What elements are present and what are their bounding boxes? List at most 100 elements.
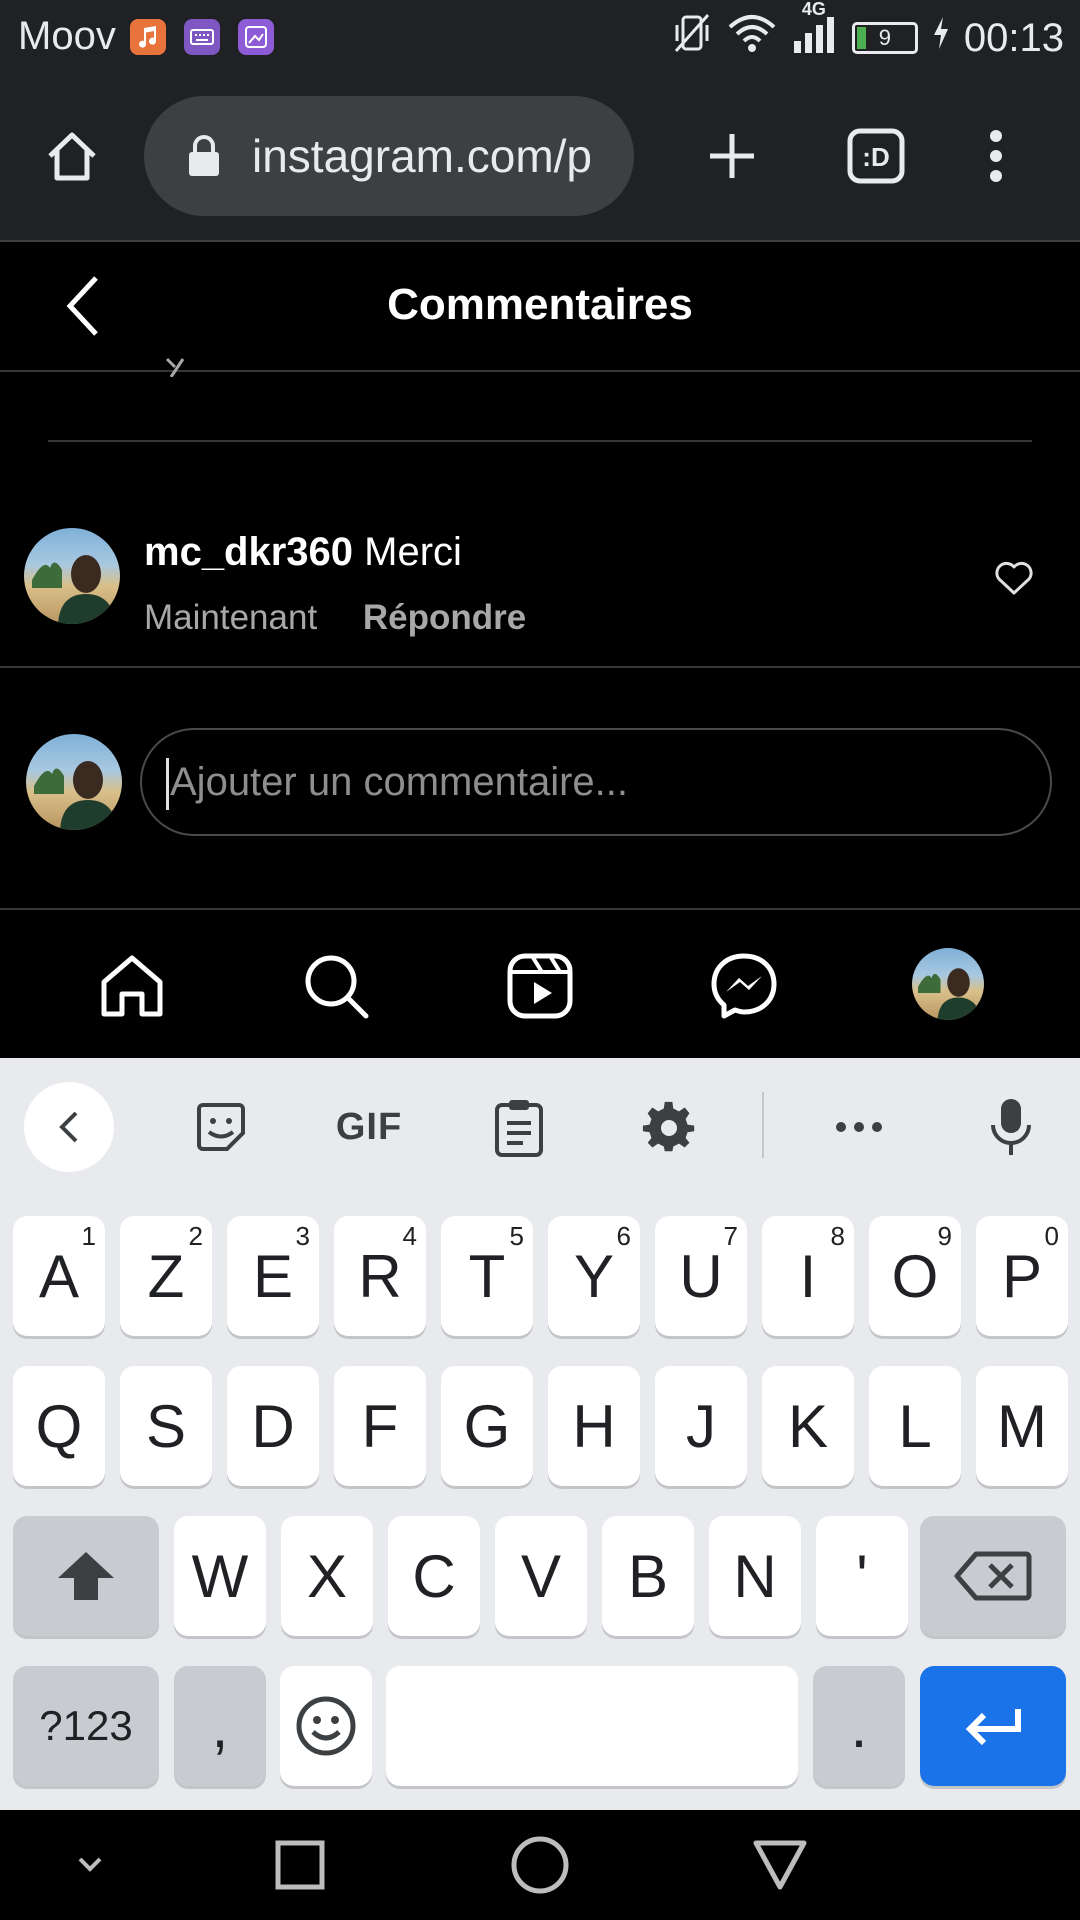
home-icon [48, 132, 96, 181]
browser-home-button[interactable] [32, 120, 112, 192]
key-w[interactable]: W [174, 1516, 266, 1636]
key-i[interactable]: I8 [762, 1216, 854, 1336]
nav-reels[interactable] [500, 946, 580, 1026]
gif-button[interactable]: GIF [324, 1082, 414, 1172]
tabs-icon: :D [847, 128, 905, 184]
reply-button[interactable]: Répondre [363, 598, 526, 637]
key-h[interactable]: H [548, 1366, 640, 1486]
comments-header: Commentaires [0, 244, 1080, 372]
key-hint: 9 [937, 1221, 952, 1251]
key-label: K [787, 1392, 829, 1460]
page-title: Commentaires [387, 280, 693, 329]
key-hint: 2 [188, 1221, 203, 1251]
keyboard-settings-button[interactable] [624, 1082, 714, 1172]
key-t[interactable]: T5 [441, 1216, 533, 1336]
key-label: ' [856, 1542, 868, 1610]
key-z[interactable]: Z2 [120, 1216, 212, 1336]
key-hint: 0 [1044, 1221, 1059, 1251]
nav-search[interactable] [296, 946, 376, 1026]
current-user-avatar [26, 734, 122, 830]
comment-avatar[interactable] [24, 528, 120, 624]
browser-menu-button[interactable] [956, 120, 1036, 192]
key-y[interactable]: Y6 [548, 1216, 640, 1336]
enter-key[interactable] [920, 1666, 1066, 1786]
key-q[interactable]: Q [13, 1366, 105, 1486]
key-x[interactable]: X [281, 1516, 373, 1636]
key-v[interactable]: V [495, 1516, 587, 1636]
key-label: N [733, 1542, 777, 1610]
space-key[interactable] [386, 1666, 798, 1786]
clock: 00:13 [963, 15, 1064, 60]
key-u[interactable]: U7 [655, 1216, 747, 1336]
key-e[interactable]: E3 [227, 1216, 319, 1336]
comment-body: mc_dkr360 Merci [144, 530, 462, 575]
reels-icon [507, 953, 573, 1019]
clipped-text-fragment [165, 357, 185, 377]
back-triangle-icon [753, 1840, 807, 1890]
key-n[interactable]: N [709, 1516, 801, 1636]
key-hint: 8 [830, 1221, 845, 1251]
sticker-icon [197, 1103, 245, 1151]
keyboard-collapse-button[interactable] [24, 1082, 114, 1172]
emoji-key[interactable] [280, 1666, 372, 1786]
key-apostrophe[interactable]: ' [816, 1516, 908, 1636]
key-k[interactable]: K [762, 1366, 854, 1486]
key-p[interactable]: P0 [976, 1216, 1068, 1336]
key-d[interactable]: D [227, 1366, 319, 1486]
clipboard-button[interactable] [474, 1082, 564, 1172]
nav-messenger[interactable] [704, 946, 784, 1026]
sticker-button[interactable] [176, 1082, 266, 1172]
key-g[interactable]: G [441, 1366, 533, 1486]
key-a[interactable]: A1 [13, 1216, 105, 1336]
toolbar-separator [762, 1092, 764, 1158]
symbols-key[interactable]: ?123 [13, 1666, 159, 1786]
key-j[interactable]: J [655, 1366, 747, 1486]
recent-apps-button[interactable] [260, 1830, 340, 1900]
url-bar[interactable]: instagram.com/p [144, 96, 634, 216]
comment-timestamp: Maintenant [144, 598, 318, 637]
network-type: 4G [801, 0, 826, 19]
more-options-button[interactable] [814, 1082, 904, 1172]
key-c[interactable]: C [388, 1516, 480, 1636]
new-tab-button[interactable] [692, 120, 772, 192]
key-m[interactable]: M [976, 1366, 1068, 1486]
key-label: A [38, 1242, 80, 1310]
key-o[interactable]: O9 [869, 1216, 961, 1336]
system-back-button[interactable] [740, 1830, 820, 1900]
key-b[interactable]: B [602, 1516, 694, 1636]
key-hint: 1 [81, 1221, 96, 1251]
key-hint: 5 [509, 1221, 524, 1251]
backspace-key[interactable] [920, 1516, 1066, 1636]
hide-keyboard-button[interactable] [50, 1830, 130, 1900]
comment-text: Merci [364, 530, 462, 574]
key-f[interactable]: F [334, 1366, 426, 1486]
comment-input[interactable] [140, 728, 1052, 836]
key-s[interactable]: S [120, 1366, 212, 1486]
tab-switcher-button[interactable]: :D [836, 120, 916, 192]
system-home-button[interactable] [500, 1830, 580, 1900]
more-horizontal-icon [836, 1122, 882, 1132]
status-indicators: 4G 9 00:13 [672, 0, 1064, 66]
emoji-icon [296, 1696, 356, 1756]
key-label: E [252, 1242, 294, 1310]
enter-icon [965, 1709, 1021, 1746]
voice-input-button[interactable] [966, 1082, 1056, 1172]
heart-icon [995, 561, 1033, 595]
plus-icon [710, 134, 754, 178]
key-r[interactable]: R4 [334, 1216, 426, 1336]
shift-key[interactable] [13, 1516, 159, 1636]
key-hint: 6 [616, 1221, 631, 1251]
like-comment-button[interactable] [990, 553, 1038, 601]
messenger-icon [711, 953, 777, 1019]
nav-home[interactable] [92, 946, 172, 1026]
nav-profile[interactable] [912, 948, 984, 1020]
battery-icon: 9 [851, 22, 918, 54]
svg-text::D: :D [862, 142, 889, 172]
comment-username[interactable]: mc_dkr360 [144, 530, 353, 574]
period-key[interactable]: . [813, 1666, 905, 1786]
comma-key[interactable]: , [174, 1666, 266, 1786]
key-label: M [997, 1392, 1047, 1460]
gif-label: GIF [335, 1105, 403, 1148]
key-hint: 3 [295, 1221, 310, 1251]
key-l[interactable]: L [869, 1366, 961, 1486]
